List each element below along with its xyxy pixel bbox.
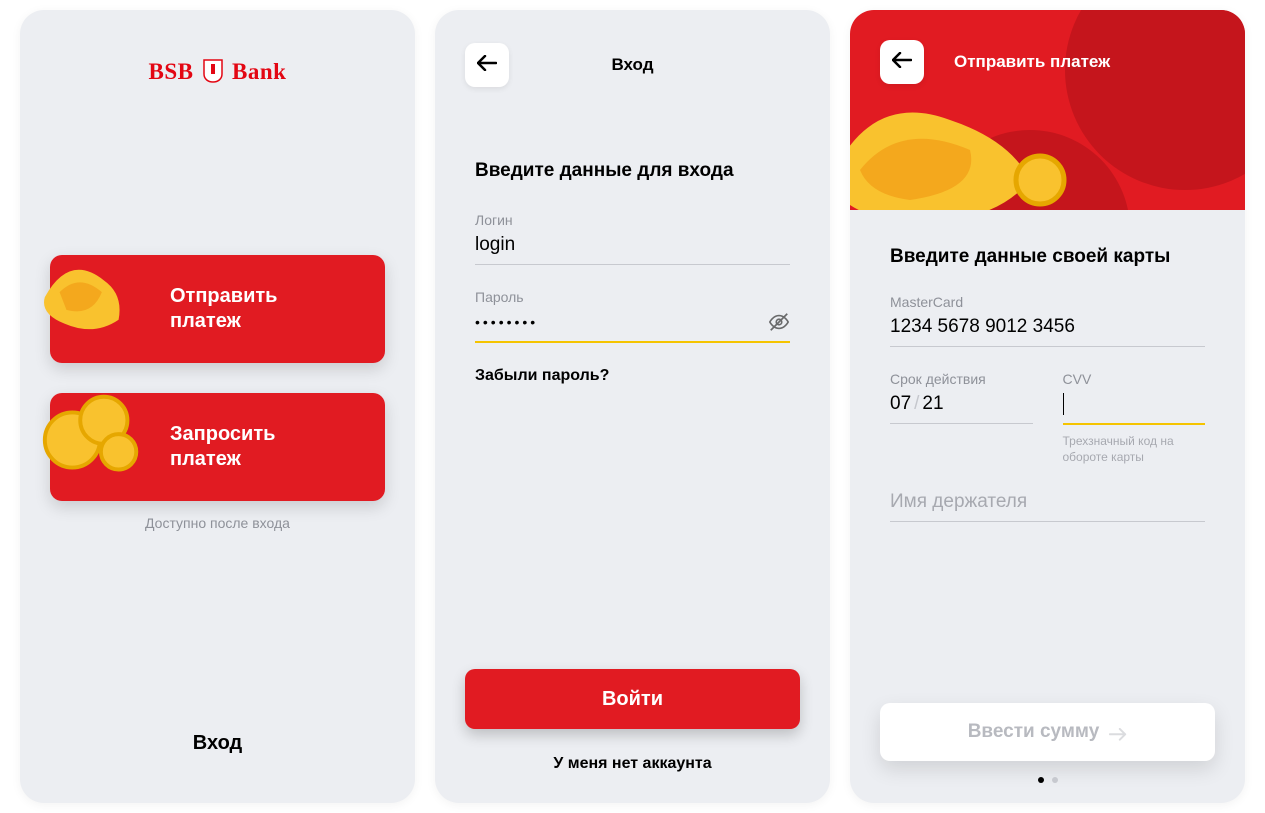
login-link[interactable]: Вход: [20, 732, 415, 755]
login-submit-button[interactable]: Войти: [465, 669, 800, 729]
card-form: Введите данные своей карты MasterCard 12…: [850, 246, 1245, 522]
text-cursor-icon: [1063, 393, 1064, 415]
card-number-input[interactable]: 1234 5678 9012 3456: [890, 316, 1205, 347]
enter-amount-button[interactable]: Ввести сумму: [880, 703, 1215, 761]
expiry-field[interactable]: Срок действия 07/21: [890, 371, 1033, 424]
coins-icon: [35, 381, 153, 499]
eye-off-icon[interactable]: [768, 311, 790, 333]
pager-dot[interactable]: [1052, 777, 1058, 783]
home-actions: Отправить платеж Запросить платеж Доступ…: [20, 255, 415, 531]
cvv-field[interactable]: CVV: [1063, 371, 1206, 425]
request-payment-label: Запросить платеж: [170, 422, 275, 472]
hand-send-icon: [35, 243, 153, 361]
send-topbar: Отправить платеж: [880, 40, 1215, 84]
login-title: Вход: [435, 55, 830, 75]
cvv-hint: Трехзначный код на обороте карты: [1063, 433, 1206, 465]
card-type-label: MasterCard: [890, 294, 1205, 310]
no-account-link[interactable]: У меня нет аккаунта: [435, 755, 830, 773]
login-form: Введите данные для входа Логин login Пар…: [435, 160, 830, 385]
cvv-label: CVV: [1063, 371, 1206, 387]
login-heading: Введите данные для входа: [475, 160, 790, 182]
arrow-left-icon: [892, 52, 912, 73]
card-form-heading: Введите данные своей карты: [890, 246, 1205, 268]
brand-left: BSB: [149, 59, 194, 84]
cvv-input[interactable]: [1063, 393, 1206, 425]
login-required-hint: Доступно после входа: [50, 515, 385, 531]
send-payment-label: Отправить платеж: [170, 284, 277, 334]
send-payment-card[interactable]: Отправить платеж: [50, 255, 385, 363]
expiry-input[interactable]: 07/21: [890, 393, 1033, 424]
password-field[interactable]: Пароль ••••••••: [475, 289, 790, 343]
pager: [850, 777, 1245, 783]
login-bottom: Войти У меня нет аккаунта: [435, 669, 830, 773]
holder-input[interactable]: Имя держателя: [890, 491, 1205, 522]
send-payment-hero: Отправить платеж: [850, 10, 1245, 210]
forgot-password-link[interactable]: Забыли пароль?: [475, 367, 790, 385]
card-number-field[interactable]: MasterCard 1234 5678 9012 3456: [890, 294, 1205, 347]
screen-home: BSB Bank Отправить платеж: [20, 10, 415, 803]
request-payment-card[interactable]: Запросить платеж: [50, 393, 385, 501]
holder-field[interactable]: Имя держателя: [890, 491, 1205, 522]
arrow-right-icon: [1109, 725, 1127, 739]
pager-dot[interactable]: [1038, 777, 1044, 783]
slash-separator: /: [914, 393, 919, 414]
expiry-label: Срок действия: [890, 371, 1033, 387]
screen-login: Вход Введите данные для входа Логин logi…: [435, 10, 830, 803]
password-input[interactable]: ••••••••: [475, 311, 790, 343]
brand-logo: BSB Bank: [20, 58, 415, 85]
send-bottom: Ввести сумму: [850, 703, 1245, 783]
login-field[interactable]: Логин login: [475, 212, 790, 265]
screen-send-payment: Отправить платеж Введите данные своей ка…: [850, 10, 1245, 803]
send-title: Отправить платеж: [954, 52, 1110, 72]
brand-crest-icon: [202, 58, 224, 84]
password-label: Пароль: [475, 289, 790, 305]
login-topbar: Вход: [435, 10, 830, 90]
brand-right: Bank: [232, 59, 286, 84]
login-input[interactable]: login: [475, 234, 790, 265]
back-button[interactable]: [880, 40, 924, 84]
login-label: Логин: [475, 212, 790, 228]
